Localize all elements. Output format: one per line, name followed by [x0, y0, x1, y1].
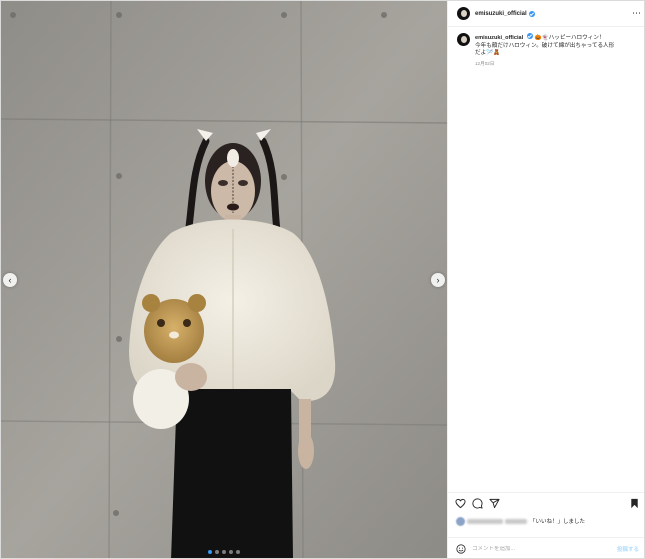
likes-text: 「いいね！」しました [530, 519, 586, 525]
carousel-dot [229, 550, 233, 554]
post-header: emisuzuki_official ⋯ [448, 1, 644, 27]
carousel-prev-button[interactable]: ‹ [3, 273, 17, 287]
emoji-icon[interactable] [456, 544, 466, 554]
post-timestamp[interactable]: 12月02日 [475, 60, 614, 68]
verified-badge-icon [528, 10, 535, 17]
carousel-indicator [1, 550, 447, 554]
avatar[interactable] [457, 7, 470, 20]
carousel-dot [208, 550, 212, 554]
share-icon[interactable] [489, 498, 500, 509]
caption-text-line2: 今年も顔だけハロウィン。破けて綿が出ちゃってる人形 [475, 42, 615, 49]
post-photo [1, 1, 447, 558]
bookmark-icon[interactable] [629, 498, 640, 509]
likes-summary[interactable]: 「いいね！」しました [456, 516, 642, 526]
caption-text-line1: 🎃👻ハッピーハロウィン！ [534, 35, 605, 41]
carousel-next-button[interactable]: › [431, 273, 445, 287]
post-media[interactable]: ‹ › [1, 1, 447, 558]
heart-icon[interactable] [455, 498, 466, 509]
caption-text-line3: だよ🪡🧸 [475, 50, 501, 56]
chevron-right-icon: › [436, 275, 440, 285]
blurred-username [467, 518, 503, 524]
comment-input[interactable] [472, 546, 592, 552]
liker-avatar [456, 516, 465, 526]
blurred-text [505, 518, 527, 524]
caption-avatar[interactable] [457, 33, 470, 46]
caption-username[interactable]: emisuzuki_official [475, 35, 523, 41]
verified-badge-icon [527, 33, 534, 39]
post-caption: emisuzuki_official 🎃👻ハッピーハロウィン！ 今年も顔だけハロ… [457, 33, 641, 67]
post-sidebar: emisuzuki_official ⋯ emisuzuki_official … [447, 1, 644, 558]
comment-bar: 投稿する [448, 537, 644, 558]
chevron-left-icon: ‹ [8, 275, 12, 285]
action-bar [448, 492, 644, 514]
instagram-post-window: ‹ › emisuzuki_official ⋯ emisuzuki_offic… [0, 0, 645, 559]
carousel-dot [236, 550, 240, 554]
username-link[interactable]: emisuzuki_official [475, 11, 527, 17]
carousel-dot [215, 550, 219, 554]
carousel-dot [222, 550, 226, 554]
post-comment-button[interactable]: 投稿する [617, 545, 639, 553]
more-options-icon[interactable]: ⋯ [632, 8, 641, 19]
comment-icon[interactable] [472, 498, 483, 509]
